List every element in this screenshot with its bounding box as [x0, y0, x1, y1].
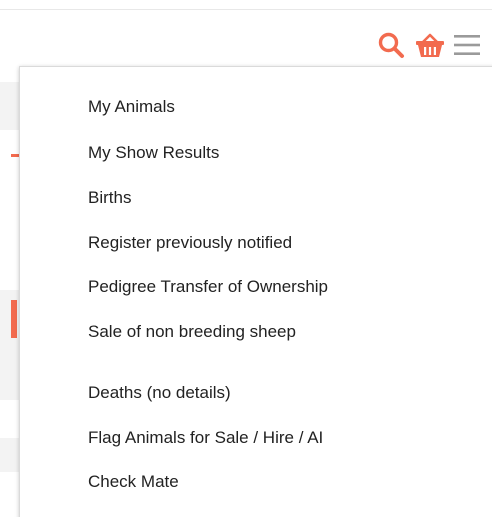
header-icons	[376, 30, 482, 60]
menu-item-births[interactable]: Births	[88, 186, 131, 210]
menu-item-register-previously-notified[interactable]: Register previously notified	[88, 231, 292, 255]
menu-item-pedigree-transfer[interactable]: Pedigree Transfer of Ownership	[88, 275, 328, 299]
basket-icon[interactable]	[414, 30, 446, 60]
background-panel	[0, 438, 20, 472]
menu-item-my-animals[interactable]: My Animals	[88, 95, 175, 119]
menu-item-flag-animals[interactable]: Flag Animals for Sale / Hire / AI	[88, 426, 323, 450]
menu-item-check-mate[interactable]: Check Mate	[88, 470, 179, 494]
background-panel	[0, 290, 20, 400]
menu-item-deaths[interactable]: Deaths (no details)	[88, 381, 231, 405]
page: My Animals My Show Results Births Regist…	[0, 0, 492, 517]
dropdown-menu: My Animals My Show Results Births Regist…	[19, 66, 492, 517]
menu-item-my-show-results[interactable]: My Show Results	[88, 141, 219, 165]
header-divider	[0, 9, 492, 10]
background-accent-bar	[11, 300, 17, 338]
menu-item-sale-non-breeding-sheep[interactable]: Sale of non breeding sheep	[88, 320, 296, 344]
background-panel	[0, 82, 20, 130]
hamburger-menu-icon[interactable]	[452, 30, 482, 60]
search-icon[interactable]	[376, 30, 406, 60]
